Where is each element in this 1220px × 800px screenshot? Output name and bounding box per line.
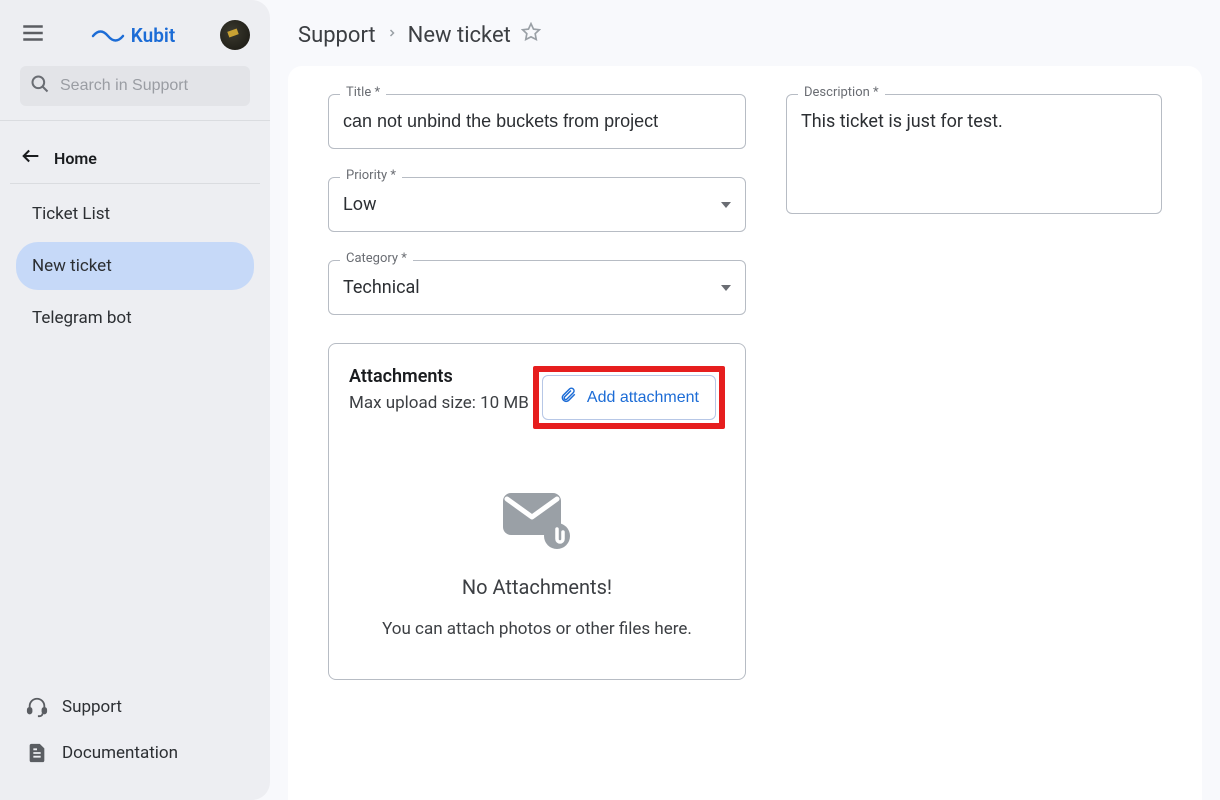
search-wrap xyxy=(0,66,270,120)
category-label: Category * xyxy=(340,251,413,266)
bottom-item-support[interactable]: Support xyxy=(20,684,250,730)
breadcrumb-current: New ticket xyxy=(408,23,511,48)
attachments-header: Attachments Max upload size: 10 MB Add a… xyxy=(349,366,725,429)
description-label: Description * xyxy=(798,85,885,100)
form-left-column: Title * Priority * Low Category * Techni… xyxy=(328,94,746,772)
attachments-max-size: Max upload size: 10 MB xyxy=(349,393,529,413)
breadcrumb: Support New ticket xyxy=(270,0,1220,66)
arrow-left-icon xyxy=(20,145,42,171)
add-attachment-label: Add attachment xyxy=(587,389,699,407)
category-select[interactable]: Technical xyxy=(328,260,746,315)
nav-home-label: Home xyxy=(54,149,97,168)
breadcrumb-parent[interactable]: Support xyxy=(298,23,376,48)
star-icon[interactable] xyxy=(521,22,541,48)
headset-icon xyxy=(26,696,48,718)
sidebar: Kubit Home Ticket List New ticket Telegr… xyxy=(0,0,270,800)
sidebar-item-label: Telegram bot xyxy=(32,308,132,328)
paperclip-icon xyxy=(559,386,577,409)
priority-select[interactable]: Low xyxy=(328,177,746,232)
form-right-column: Description * xyxy=(786,94,1162,772)
bottom-item-documentation[interactable]: Documentation xyxy=(20,730,250,776)
category-field: Category * Technical xyxy=(328,260,746,315)
brand-wave-icon xyxy=(91,24,125,47)
priority-value: Low xyxy=(343,194,377,215)
attachments-title: Attachments xyxy=(349,366,529,387)
avatar[interactable] xyxy=(220,20,250,50)
bottom-item-label: Documentation xyxy=(62,743,178,763)
search-input[interactable] xyxy=(60,77,240,95)
sidebar-item-new-ticket[interactable]: New ticket xyxy=(16,242,254,290)
sidebar-item-telegram-bot[interactable]: Telegram bot xyxy=(16,294,254,342)
chevron-right-icon xyxy=(386,27,398,43)
chevron-down-icon xyxy=(721,285,731,291)
sidebar-header: Kubit xyxy=(0,0,270,66)
description-field: Description * xyxy=(786,94,1162,218)
chevron-down-icon xyxy=(721,202,731,208)
attachments-hint: You can attach photos or other files her… xyxy=(382,619,692,639)
add-attachment-button[interactable]: Add attachment xyxy=(542,375,716,420)
sidebar-bottom: Support Documentation xyxy=(0,674,270,800)
nav-home[interactable]: Home xyxy=(10,133,260,183)
content: Title * Priority * Low Category * Techni… xyxy=(288,66,1202,800)
no-attachments-text: No Attachments! xyxy=(462,575,612,599)
main: Support New ticket Title * Priority * Lo… xyxy=(270,0,1220,800)
highlight-annotation: Add attachment xyxy=(533,366,725,429)
description-textarea[interactable] xyxy=(786,94,1162,214)
bottom-item-label: Support xyxy=(62,697,122,717)
document-icon xyxy=(26,742,48,764)
priority-field: Priority * Low xyxy=(328,177,746,232)
sidebar-item-ticket-list[interactable]: Ticket List xyxy=(16,190,254,238)
title-label: Title * xyxy=(340,85,386,100)
sidebar-item-label: Ticket List xyxy=(32,204,110,224)
mail-attach-icon xyxy=(501,489,573,555)
divider xyxy=(10,183,260,184)
attachments-panel: Attachments Max upload size: 10 MB Add a… xyxy=(328,343,746,680)
sidebar-item-label: New ticket xyxy=(32,256,112,276)
title-field: Title * xyxy=(328,94,746,149)
category-value: Technical xyxy=(343,277,420,298)
search-icon xyxy=(30,74,50,98)
search-box[interactable] xyxy=(20,66,250,106)
brand[interactable]: Kubit xyxy=(62,24,204,47)
attachments-empty-state: No Attachments! You can attach photos or… xyxy=(349,489,725,639)
title-input[interactable] xyxy=(328,94,746,149)
nav: Home Ticket List New ticket Telegram bot xyxy=(0,127,270,352)
attachments-title-block: Attachments Max upload size: 10 MB xyxy=(349,366,529,413)
divider xyxy=(0,120,270,121)
brand-name: Kubit xyxy=(131,24,175,47)
priority-label: Priority * xyxy=(340,168,402,183)
menu-icon[interactable] xyxy=(20,20,46,50)
